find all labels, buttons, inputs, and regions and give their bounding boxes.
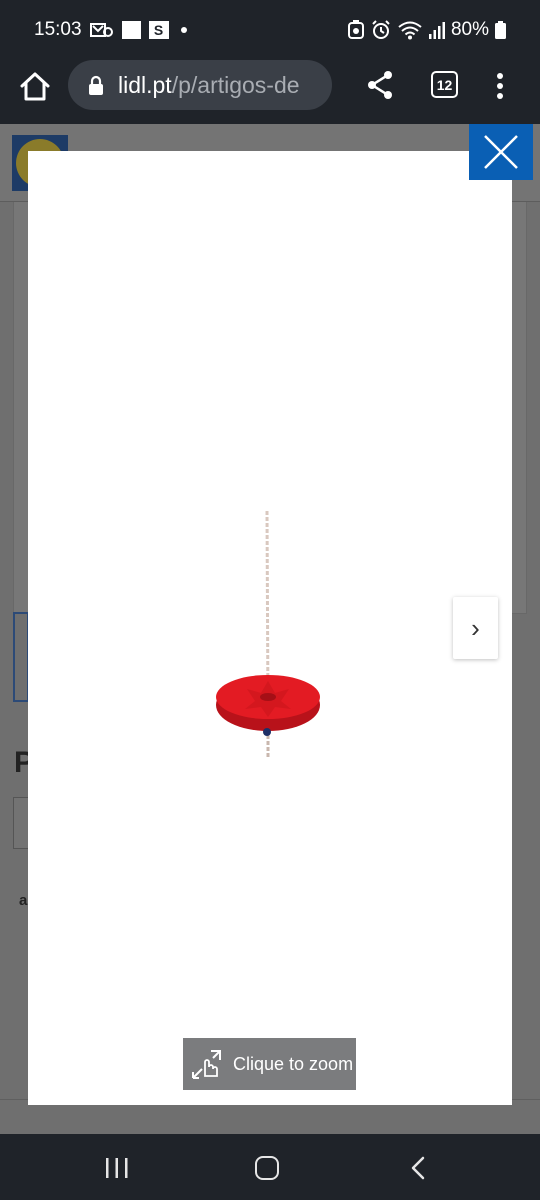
close-icon [484,135,518,169]
share-icon[interactable] [366,70,394,100]
wifi-icon [398,21,422,40]
status-right: 80% [347,19,506,41]
tap-zoom-icon [192,1050,221,1079]
home-circle-icon[interactable] [255,1156,279,1180]
zoom-hint-button[interactable]: Clique to zoom [183,1038,356,1090]
system-nav-bar [0,1134,540,1200]
url-path: /p/artigos-de [171,71,300,98]
text-fragment: a [19,892,28,909]
image-lightbox: › Clique to zoom [28,151,512,1105]
lock-icon [89,75,103,95]
s-app-icon: S [148,21,169,39]
zoom-hint-label: Clique to zoom [233,1053,354,1074]
url-domain: lidl.pt [118,71,172,98]
price-box-fragment [13,797,29,849]
menu-dot [497,93,503,99]
notification-square-icon [121,21,141,39]
battery-percent: 80% [450,19,489,40]
browser-toolbar: lidl.pt/p/artigos-de 12 [0,60,540,124]
gallery-thumbnail [13,612,29,702]
voicemail-icon [89,23,113,37]
back-icon[interactable] [408,1156,428,1180]
signal-icon [428,22,445,39]
more-vert-icon[interactable] [490,69,510,103]
alarm-icon [372,20,390,39]
tab-switcher-button[interactable]: 12 [431,71,458,98]
next-image-button[interactable]: › [453,597,498,659]
home-icon[interactable] [18,70,52,104]
menu-dot [497,73,503,79]
more-notifications-dot-icon [180,27,187,33]
menu-dot [497,83,503,89]
battery-icon [495,21,506,39]
chevron-right-icon: › [471,612,480,643]
close-lightbox-button[interactable] [469,124,533,180]
address-bar[interactable]: lidl.pt/p/artigos-de [68,60,332,110]
recents-icon[interactable] [104,1156,130,1180]
url-text: lidl.pt/p/artigos-de [118,72,300,99]
status-time: 15:03 [34,19,82,40]
status-bar: 15:03 S 80% [0,0,540,60]
status-left: 15:03 S [34,19,187,41]
phone-screen: 15:03 S 80% lidl.pt/p/artigos-de 12 P a … [0,0,540,1200]
saver-icon [347,20,364,39]
product-image[interactable] [213,511,323,761]
